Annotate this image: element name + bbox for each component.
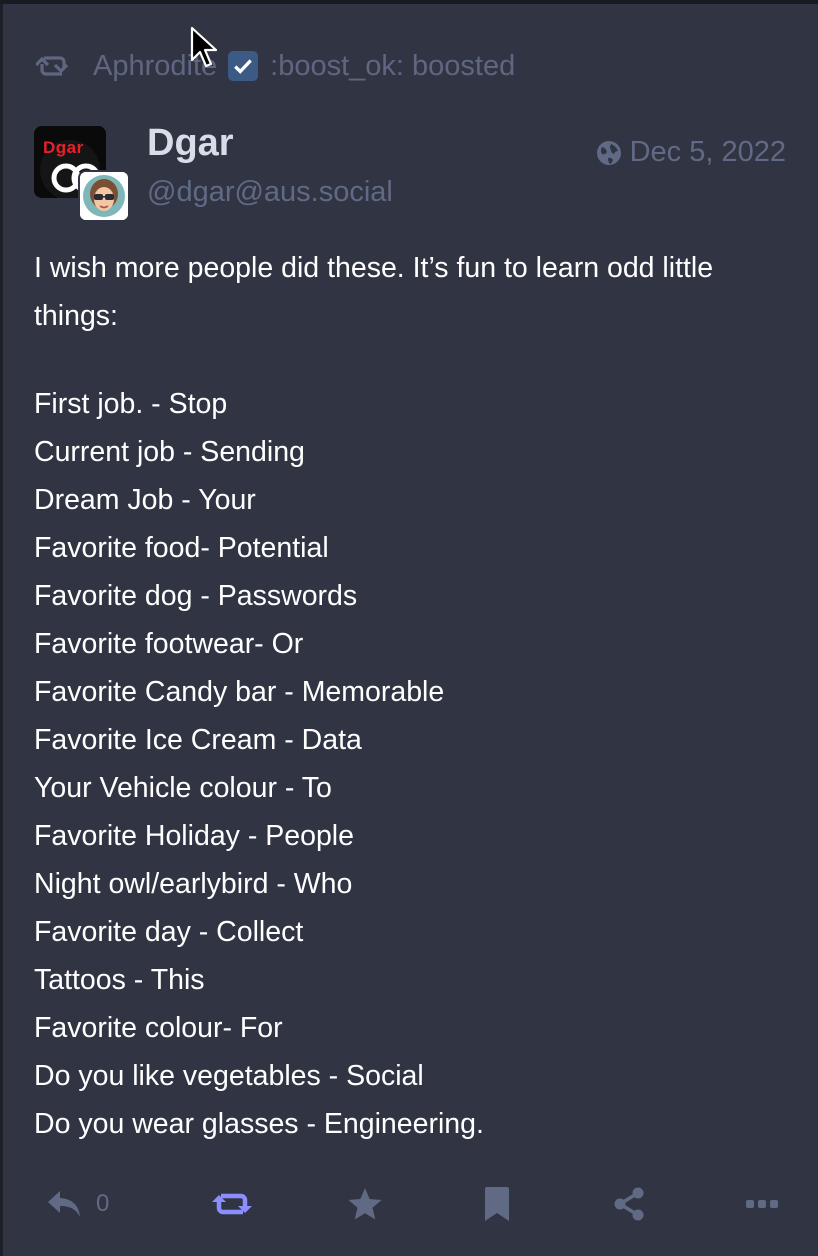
boost-prepend[interactable]: Aphrodite :boost_ok: boosted [36, 46, 515, 86]
list-item: Favorite colour- For [34, 1012, 283, 1044]
list-item: Do you wear glasses - Engineering. [34, 1108, 484, 1140]
favourite-icon [348, 1188, 382, 1220]
column-divider [0, 4, 3, 1256]
status-card: Aphrodite :boost_ok: boosted Dgar Dgar @… [0, 0, 818, 1256]
status-content: I wish more people did these. It’s fun t… [34, 244, 794, 1148]
verified-check-icon [228, 51, 259, 81]
post-timestamp[interactable]: Dec 5, 2022 [596, 136, 786, 169]
list-item: Favorite footwear- Or [34, 628, 304, 660]
list-item: Your Vehicle colour - To [34, 772, 332, 804]
reply-icon [48, 1191, 80, 1217]
reply-count: 0 [96, 1190, 110, 1217]
status-intro: I wish more people did these. It’s fun t… [34, 252, 714, 332]
timestamp-text: Dec 5, 2022 [629, 136, 786, 168]
globe-icon [596, 140, 621, 165]
favourite-button[interactable] [347, 1186, 383, 1222]
mouse-cursor-icon [190, 26, 218, 68]
list-item: Tattoos - This [34, 964, 205, 996]
account-avatar[interactable]: Dgar [34, 126, 130, 222]
list-item: Favorite Ice Cream - Data [34, 724, 362, 756]
boost-icon [212, 1193, 252, 1215]
bookmark-button[interactable] [484, 1186, 510, 1222]
list-item: First job. - Stop [34, 388, 228, 420]
reply-button[interactable]: 0 [46, 1186, 109, 1222]
boost-action-text: :boost_ok: boosted [270, 49, 516, 82]
avatar-logo-text: Dgar [43, 138, 84, 157]
share-icon [614, 1187, 644, 1221]
action-bar: 0 [0, 1174, 818, 1234]
list-item: Favorite food- Potential [34, 532, 329, 564]
booster-avatar[interactable] [78, 170, 130, 222]
more-button[interactable] [746, 1186, 778, 1222]
bookmark-icon [485, 1187, 509, 1221]
share-button[interactable] [613, 1186, 645, 1222]
list-item: Favorite Candy bar - Memorable [34, 676, 445, 708]
account-handle[interactable]: @dgar@aus.social [147, 176, 393, 209]
list-item: Favorite dog - Passwords [34, 580, 358, 612]
list-item: Favorite day - Collect [34, 916, 304, 948]
list-item: Dream Job - Your [34, 484, 256, 516]
list-item: Night owl/earlybird - Who [34, 868, 353, 900]
boost-button[interactable] [211, 1186, 253, 1222]
list-item: Do you like vegetables - Social [34, 1060, 424, 1092]
boost-icon [36, 56, 69, 76]
list-item: Favorite Holiday - People [34, 820, 354, 852]
more-icon [746, 1200, 778, 1208]
display-name[interactable]: Dgar [147, 122, 234, 165]
list-item: Current job - Sending [34, 436, 305, 468]
